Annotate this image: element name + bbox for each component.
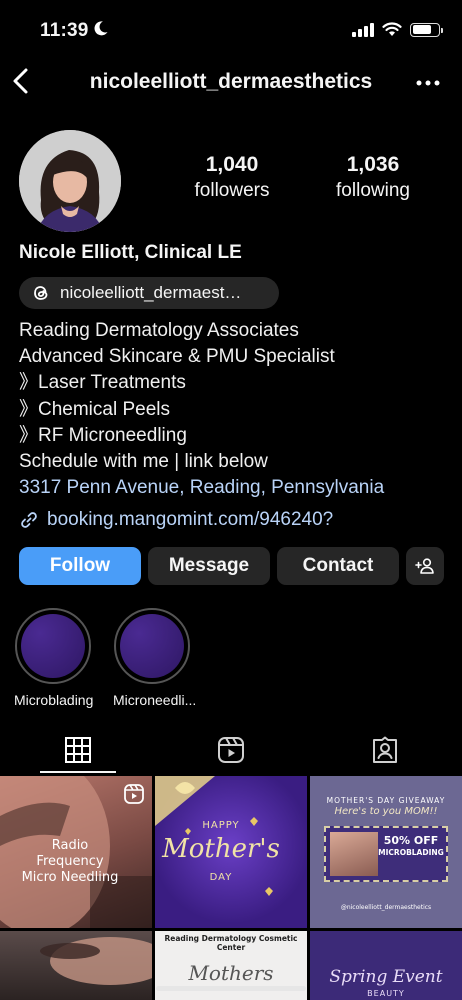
- post-caption-line: Here's to you MOM!!: [334, 806, 438, 817]
- contact-button[interactable]: Contact: [277, 547, 399, 585]
- status-time: 11:39: [40, 20, 89, 41]
- add-person-icon: [415, 558, 434, 574]
- following-label: following: [336, 180, 410, 201]
- post-caption-line: 50% OFF: [383, 834, 439, 847]
- following-stat[interactable]: 1,036 following: [318, 153, 428, 202]
- status-indicators: [352, 22, 443, 37]
- threads-icon: [34, 286, 48, 300]
- wifi-icon: [382, 22, 402, 36]
- followers-stat[interactable]: 1,040 followers: [180, 153, 284, 202]
- active-tab-indicator: [40, 771, 116, 773]
- profile-bio: Reading Dermatology Associates Advanced …: [19, 318, 384, 501]
- bio-line: Reading Dermatology Associates: [19, 320, 299, 341]
- post-caption-line: MOTHER'S DAY GIVEAWAY: [326, 796, 446, 805]
- message-button[interactable]: Message: [148, 547, 270, 585]
- moon-icon: [94, 21, 108, 36]
- highlight-cover: [21, 614, 85, 678]
- suggested-accounts-button[interactable]: [406, 547, 444, 585]
- more-options-icon[interactable]: [416, 80, 440, 86]
- highlight-ring: [15, 608, 91, 684]
- profile-avatar[interactable]: [19, 130, 121, 232]
- followers-count: 1,040: [205, 153, 259, 176]
- threads-handle: nicoleelliott_dermaest…: [60, 283, 242, 302]
- profile-full-name: Nicole Elliott, Clinical LE: [19, 242, 242, 263]
- follow-button[interactable]: Follow: [19, 547, 141, 585]
- post-thumbnail[interactable]: [0, 931, 152, 1000]
- highlight-label: Microneedli...: [113, 692, 197, 708]
- post-caption-line: MICROBLADING: [378, 848, 444, 857]
- post-caption-line: HAPPY: [202, 820, 240, 831]
- post-caption-line: @nicoleelliott_dermaesthetics: [340, 904, 432, 911]
- post-caption-line: Reading Dermatology Cosmetic Center: [164, 934, 298, 952]
- post-caption-line: DAY: [209, 872, 233, 883]
- cellular-signal-icon: [352, 22, 374, 37]
- post-thumbnail[interactable]: HAPPY Mother's DAY: [155, 776, 307, 928]
- story-highlight[interactable]: Microblading: [14, 608, 94, 708]
- highlight-label: Microblading: [14, 692, 94, 708]
- profile-username: nicoleelliott_dermaesthetics: [89, 70, 373, 93]
- bio-line: Schedule with me | link below: [19, 451, 268, 473]
- followers-label: followers: [194, 180, 270, 201]
- reels-tab-icon[interactable]: [217, 736, 245, 764]
- link-url: booking.mangomint.com/946240?: [47, 509, 334, 530]
- link-icon: [21, 512, 37, 528]
- bio-line: Advanced Skincare & PMU Specialist: [19, 346, 335, 368]
- post-caption-line: Mother's: [162, 834, 280, 864]
- external-link[interactable]: booking.mangomint.com/946240?: [19, 509, 333, 531]
- reel-badge-icon: [124, 784, 144, 804]
- post-image: [40, 937, 152, 985]
- avatar-photo: [19, 130, 121, 232]
- threads-badge[interactable]: nicoleelliott_dermaest…: [19, 277, 279, 309]
- home-indicator: [156, 986, 306, 991]
- bio-line: 》Laser Treatments: [19, 372, 186, 394]
- coupon-photo: [330, 832, 378, 876]
- bio-line: 》RF Microneedling: [19, 424, 187, 446]
- story-highlight[interactable]: Microneedli...: [113, 608, 197, 708]
- post-caption-line: Spring Event: [329, 967, 443, 987]
- post-caption-line: BEAUTY: [367, 989, 405, 998]
- bio-line: 》Chemical Peels: [19, 398, 170, 420]
- post-caption-line: Mothers: [188, 961, 274, 985]
- battery-icon: [410, 22, 443, 37]
- post-thumbnail[interactable]: Radio Frequency Micro Needling: [0, 776, 152, 928]
- grid-tab-icon[interactable]: [64, 736, 92, 764]
- following-count: 1,036: [346, 153, 400, 176]
- highlight-ring: [114, 608, 190, 684]
- post-thumbnail[interactable]: Spring Event BEAUTY: [310, 931, 462, 1000]
- post-caption: Radio Frequency Micro Needling: [21, 838, 119, 885]
- tagged-tab-icon[interactable]: [371, 736, 399, 764]
- post-thumbnail[interactable]: MOTHER'S DAY GIVEAWAY Here's to you MOM!…: [310, 776, 462, 928]
- highlight-cover: [120, 614, 184, 678]
- location-link[interactable]: 3317 Penn Avenue, Reading, Pennsylvania: [19, 475, 384, 501]
